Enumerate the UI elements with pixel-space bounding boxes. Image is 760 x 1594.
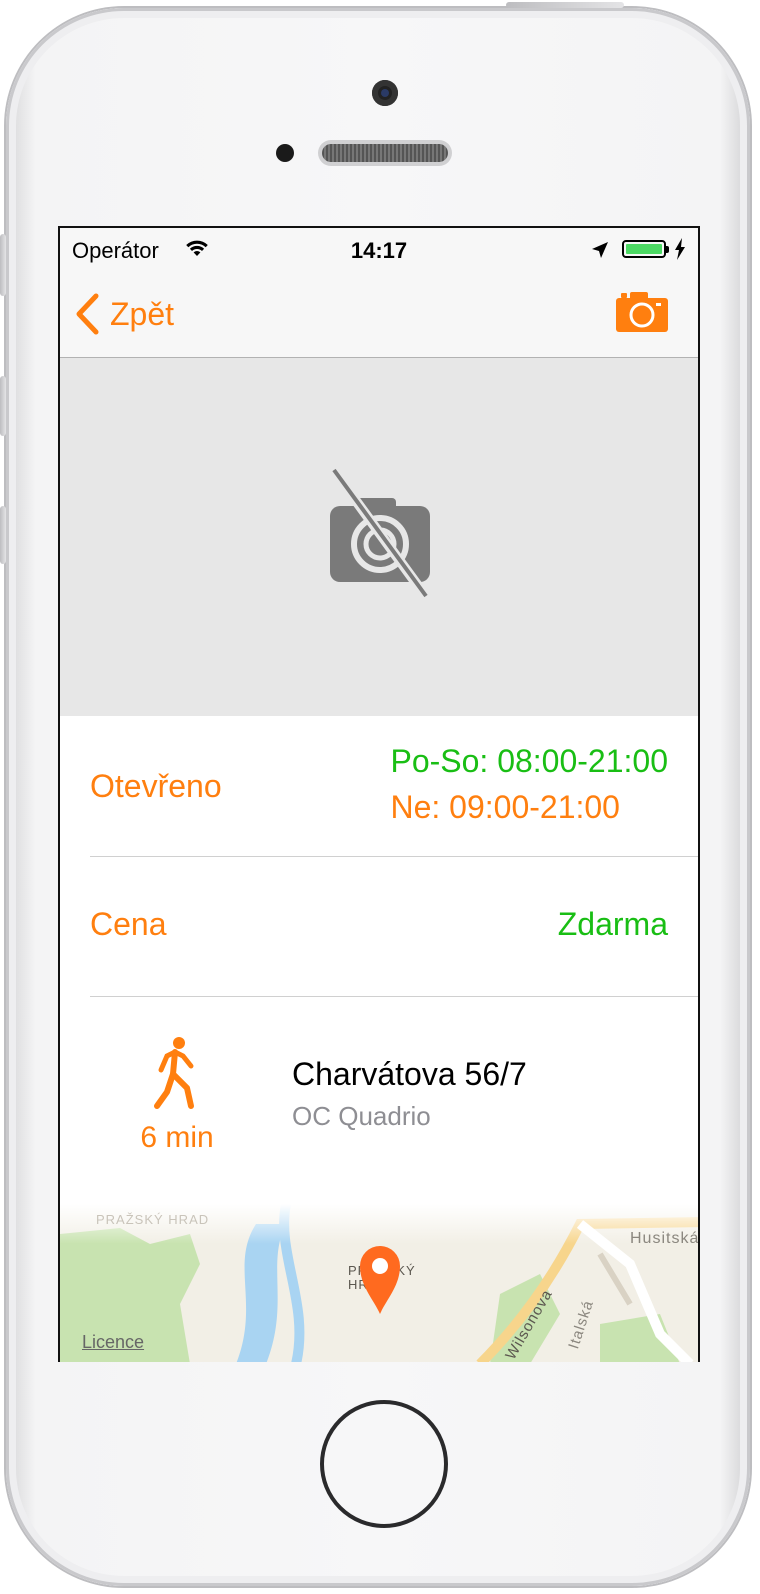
battery-icon xyxy=(622,240,669,258)
photo-placeholder[interactable] xyxy=(60,358,698,716)
address: Charvátova 56/7 OC Quadrio xyxy=(292,1056,527,1132)
proximity-sensor xyxy=(276,144,294,162)
opening-hours-value: Po-So: 08:00-21:00 Ne: 09:00-21:00 xyxy=(390,738,668,830)
price-value: Zdarma xyxy=(557,906,668,942)
earpiece-speaker xyxy=(318,140,452,166)
place-name: OC Quadrio xyxy=(292,1101,431,1131)
street-address: Charvátova 56/7 xyxy=(292,1056,527,1092)
camera-icon xyxy=(616,292,668,332)
hours-weekday: Po-So: 08:00-21:00 xyxy=(390,743,668,779)
add-photo-button[interactable] xyxy=(616,292,668,337)
front-camera xyxy=(372,80,398,106)
volume-down-button xyxy=(0,506,6,564)
map-licence-link[interactable]: Licence xyxy=(82,1332,144,1353)
walking-time: 6 min xyxy=(130,1036,224,1155)
map-label-husitska: Husitská xyxy=(630,1230,698,1247)
hours-sunday: Ne: 09:00-21:00 xyxy=(390,789,620,825)
opening-hours-row: Otevřeno Po-So: 08:00-21:00 Ne: 09:00-21… xyxy=(90,716,698,857)
status-bar: Operátor 14:17 xyxy=(60,228,698,272)
walking-person-icon xyxy=(154,1037,194,1109)
navigation-bar: Zpět xyxy=(60,272,698,358)
opening-hours-label: Otevřeno xyxy=(90,768,222,804)
map-label-hrad-1: PRAŽSKÝ HRAD xyxy=(96,1212,210,1227)
chevron-left-icon xyxy=(76,293,99,335)
mute-switch xyxy=(0,234,6,296)
detail-list: Otevřeno Po-So: 08:00-21:00 Ne: 09:00-21… xyxy=(60,716,698,1362)
back-button[interactable]: Zpět xyxy=(74,292,174,336)
app-screen: Operátor 14:17 Zpět Otevřeno Po-So: 08:0… xyxy=(58,226,700,1362)
walk-time-label: 6 min xyxy=(140,1121,214,1154)
power-button xyxy=(506,2,624,8)
back-label: Zpět xyxy=(110,295,175,332)
map-pin-icon[interactable] xyxy=(358,1242,402,1316)
charging-bolt-icon xyxy=(674,238,686,266)
location-arrow-icon xyxy=(590,240,610,266)
location-map[interactable]: PRAŽSKÝ HRAD PRAŽSKÝ HRAD Wilsonova Ital… xyxy=(60,1204,698,1362)
home-button[interactable] xyxy=(320,1400,448,1528)
price-label: Cena xyxy=(90,906,167,942)
price-row: Cena Zdarma xyxy=(90,856,698,997)
no-photo-icon xyxy=(327,466,430,598)
volume-up-button xyxy=(0,376,6,436)
